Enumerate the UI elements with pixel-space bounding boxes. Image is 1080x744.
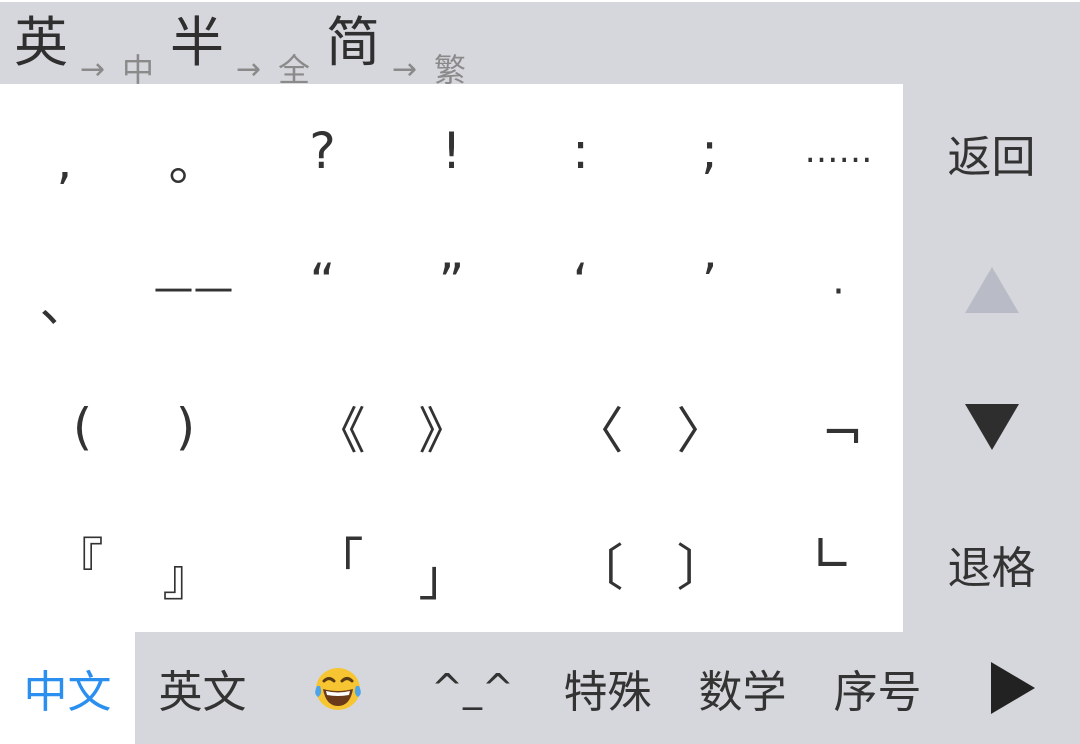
- more-tabs-button[interactable]: [945, 632, 1080, 744]
- symbol-key[interactable]: ”: [387, 221, 516, 358]
- backspace-button[interactable]: 退格: [903, 495, 1080, 632]
- symbol-glyph: 〈: [573, 401, 624, 460]
- symbol-key[interactable]: 《: [258, 358, 387, 495]
- symbol-glyph: ;: [701, 121, 718, 180]
- symbol-key[interactable]: ,: [0, 84, 129, 221]
- symbol-glyph: ,: [56, 131, 73, 190]
- tab-kaomoji[interactable]: ^_^: [405, 632, 540, 744]
- symbol-key[interactable]: 〔: [516, 495, 645, 632]
- toggle-simplified-traditional[interactable]: 简 → 繁: [326, 8, 476, 89]
- symbol-key[interactable]: 。: [129, 84, 258, 221]
- category-tab-bar: 中文 英文 ^_^ 特殊 数学 序号: [0, 632, 1080, 744]
- symbol-key[interactable]: 、: [0, 221, 129, 358]
- symbol-key[interactable]: :: [516, 84, 645, 221]
- symbol-key[interactable]: 「: [258, 495, 387, 632]
- symbol-glyph: 』: [162, 548, 213, 607]
- symbol-glyph: 〉: [676, 401, 727, 460]
- symbol-key[interactable]: ……: [774, 84, 903, 221]
- symbol-glyph: ¬: [821, 403, 864, 462]
- symbol-key[interactable]: ‘: [516, 221, 645, 358]
- tab-label: 英文: [158, 667, 247, 718]
- tab-label: 中文: [23, 667, 112, 718]
- symbol-key[interactable]: ’: [645, 221, 774, 358]
- tab-ordinal[interactable]: 序号: [810, 632, 945, 744]
- symbol-glyph: (: [72, 397, 93, 456]
- symbol-glyph: 「: [313, 532, 364, 591]
- arrow-icon: →: [236, 52, 262, 87]
- symbol-glyph: !: [441, 121, 462, 180]
- mode-current-label: 半: [170, 11, 224, 74]
- symbol-glyph: 『: [53, 532, 104, 591]
- symbol-glyph: ?: [309, 121, 336, 180]
- symbol-key[interactable]: ·: [774, 221, 903, 358]
- symbol-glyph: 〕: [676, 538, 727, 597]
- back-button[interactable]: 返回: [903, 84, 1080, 221]
- symbol-glyph: 、: [39, 274, 90, 333]
- toggle-english-chinese[interactable]: 英 → 中: [14, 8, 164, 89]
- symbol-glyph: ’: [701, 252, 718, 311]
- symbol-key[interactable]: (: [0, 358, 129, 495]
- symbol-glyph: ……: [804, 130, 873, 171]
- back-label: 返回: [947, 131, 1036, 183]
- toggle-half-full[interactable]: 半 → 全: [170, 8, 320, 89]
- symbol-glyph: 」: [418, 548, 469, 607]
- mode-current-label: 英: [14, 11, 68, 74]
- arrow-icon: →: [80, 52, 106, 87]
- symbol-glyph: ∟: [811, 524, 854, 583]
- tab-label: 特殊: [563, 667, 652, 718]
- symbol-glyph: 。: [168, 133, 219, 192]
- symbol-glyph: ”: [438, 252, 465, 311]
- symbol-glyph: ): [175, 397, 196, 456]
- symbol-glyph: 〔: [573, 538, 624, 597]
- symbol-glyph: 》: [418, 401, 469, 460]
- tab-label: 数学: [698, 667, 787, 718]
- symbol-key[interactable]: 」: [387, 495, 516, 632]
- symbol-key[interactable]: ¬: [774, 358, 903, 495]
- laughing-tears-emoji-icon: [314, 668, 361, 710]
- symbol-key[interactable]: ?: [258, 84, 387, 221]
- symbol-glyph: 《: [315, 401, 366, 460]
- symbol-key[interactable]: ;: [645, 84, 774, 221]
- tab-label: 序号: [833, 667, 922, 718]
- tab-emoji[interactable]: [270, 632, 405, 744]
- symbol-key[interactable]: ): [129, 358, 258, 495]
- symbol-key[interactable]: 『: [0, 495, 129, 632]
- page-down-button[interactable]: [903, 358, 1080, 495]
- tab-english[interactable]: 英文: [135, 632, 270, 744]
- backspace-label: 退格: [947, 542, 1036, 594]
- symbol-glyph: ‘: [572, 252, 589, 311]
- symbol-key[interactable]: 』: [129, 495, 258, 632]
- symbol-glyph: ·: [832, 268, 845, 315]
- tab-math[interactable]: 数学: [675, 632, 810, 744]
- symbol-key[interactable]: !: [387, 84, 516, 221]
- tab-label: ^_^: [431, 666, 514, 710]
- symbol-grid: , 。 ? ! : ; …… 、 —— “ ” ‘ ’ · ( ) 《 》 〈 …: [0, 84, 903, 632]
- mode-current-label: 简: [326, 11, 380, 74]
- play-right-icon: [990, 662, 1035, 714]
- triangle-up-icon: [964, 266, 1019, 313]
- mode-toggle-bar: 英 → 中 半 → 全 简 → 繁: [0, 0, 1080, 89]
- symbol-key[interactable]: ——: [129, 221, 258, 358]
- symbol-glyph: :: [572, 121, 589, 180]
- symbol-key[interactable]: 〈: [516, 358, 645, 495]
- triangle-down-icon: [964, 403, 1019, 450]
- side-panel: 返回 退格: [903, 84, 1080, 632]
- tab-special[interactable]: 特殊: [540, 632, 675, 744]
- symbol-key[interactable]: 〕: [645, 495, 774, 632]
- symbol-key[interactable]: 》: [387, 358, 516, 495]
- page-up-button[interactable]: [903, 221, 1080, 358]
- arrow-icon: →: [392, 52, 418, 87]
- symbol-glyph: ——: [153, 264, 234, 311]
- symbol-key[interactable]: ∟: [774, 495, 903, 632]
- symbol-key[interactable]: 〉: [645, 358, 774, 495]
- symbol-key[interactable]: “: [258, 221, 387, 358]
- tab-chinese[interactable]: 中文: [0, 632, 135, 744]
- symbol-glyph: “: [309, 252, 336, 311]
